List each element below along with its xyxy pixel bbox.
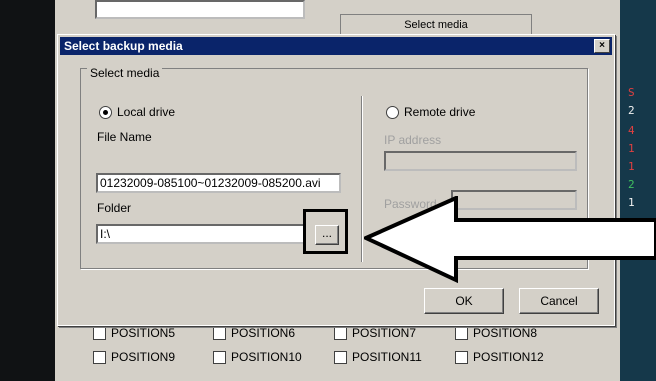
ip-address-label: IP address xyxy=(384,133,442,147)
checkbox-icon[interactable] xyxy=(93,351,106,364)
right-panel-char: 2 xyxy=(628,178,635,191)
checkbox-icon[interactable] xyxy=(213,351,226,364)
background-date-field xyxy=(95,0,305,19)
checkbox-icon[interactable] xyxy=(213,327,226,340)
right-panel-char: 1 xyxy=(628,142,635,155)
file-name-field[interactable]: 01232009-085100~01232009-085200.avi xyxy=(96,173,341,193)
right-panel-char: 4 xyxy=(628,124,635,137)
background-right-panel: S 2 4 1 1 2 1 xyxy=(620,0,656,381)
right-panel-char: S xyxy=(628,86,635,99)
cancel-button[interactable]: Cancel xyxy=(519,288,599,314)
local-drive-radio[interactable] xyxy=(99,106,112,119)
checkbox-icon[interactable] xyxy=(455,351,468,364)
radio-selected-dot xyxy=(103,110,108,115)
right-panel-char: 2 xyxy=(628,104,635,117)
checkbox-icon[interactable] xyxy=(455,327,468,340)
file-name-label: File Name xyxy=(97,130,152,144)
dialog-title: Select backup media xyxy=(64,39,183,53)
checkbox-icon[interactable] xyxy=(93,327,106,340)
group-divider xyxy=(361,96,362,262)
local-drive-label[interactable]: Local drive xyxy=(117,105,175,119)
folder-field[interactable]: I:\ xyxy=(96,224,306,244)
dialog-titlebar[interactable]: Select backup media × xyxy=(60,37,612,55)
checkbox-icon[interactable] xyxy=(334,327,347,340)
checkbox-icon[interactable] xyxy=(334,351,347,364)
remote-drive-label[interactable]: Remote drive xyxy=(404,105,475,119)
remote-drive-radio[interactable] xyxy=(386,106,399,119)
annotation-arrow-icon xyxy=(364,196,656,284)
select-media-group-label: Select media xyxy=(87,66,163,80)
ok-button[interactable]: OK xyxy=(424,288,504,314)
folder-label: Folder xyxy=(97,201,132,215)
close-icon[interactable]: × xyxy=(594,39,610,53)
annotation-highlight-box xyxy=(303,209,348,254)
background-left-edge xyxy=(0,0,55,381)
right-panel-char: 1 xyxy=(628,160,635,173)
ip-address-field[interactable] xyxy=(384,151,577,171)
